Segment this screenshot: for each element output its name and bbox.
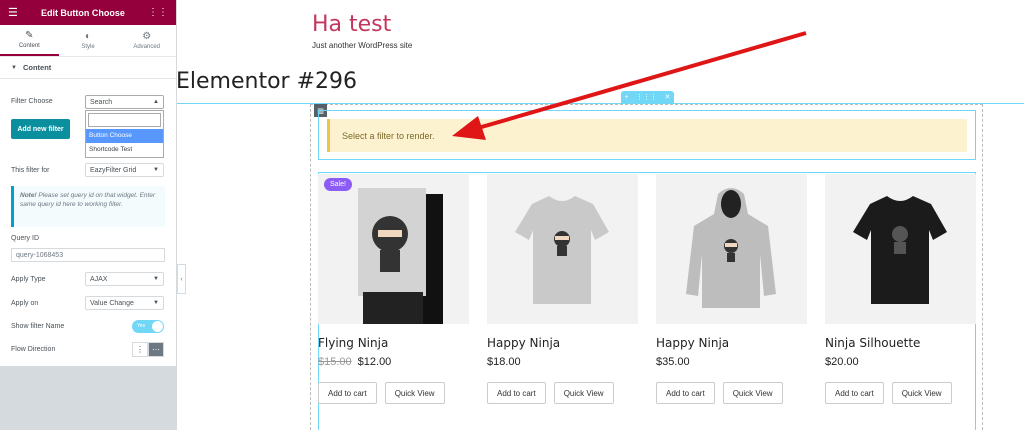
section-content[interactable]: ▼ Content <box>0 57 176 79</box>
tshirt-image <box>515 196 609 304</box>
add-to-cart-button[interactable]: Add to cart <box>487 382 546 404</box>
product-card[interactable]: Sale! Flying Ninja $15.00 $12.00 Add to c… <box>318 174 469 404</box>
site-title[interactable]: Ha test <box>312 12 391 37</box>
section-handle[interactable]: + ⋮⋮⋮ ✕ <box>621 91 674 103</box>
apply-type-label: Apply Type <box>11 276 46 283</box>
horizontal-dots-icon[interactable]: ⋯ <box>148 342 164 357</box>
caret-down-icon: ▼ <box>153 300 159 306</box>
add-filter-button[interactable]: Add new filter <box>11 119 70 139</box>
black-tshirt-image <box>853 196 947 304</box>
product-name[interactable]: Ninja Silhouette <box>825 336 976 350</box>
panel-title: Edit Button Choose <box>40 7 125 18</box>
caret-down-icon: ▼ <box>153 167 159 173</box>
quick-view-button[interactable]: Quick View <box>553 382 614 404</box>
dropdown-search-input[interactable] <box>88 113 161 127</box>
poster-ninja-image <box>358 188 443 324</box>
quick-view-button[interactable]: Quick View <box>384 382 445 404</box>
panel-header: ☰ Edit Button Choose ⋮⋮ <box>0 0 176 25</box>
page-title: Elementor #296 <box>176 69 358 94</box>
hamburger-icon[interactable]: ☰ <box>8 6 18 19</box>
product-price: $35.00 <box>656 356 690 368</box>
show-name-label: Show filter Name <box>11 323 65 330</box>
product-card[interactable]: Happy Ninja $35.00 Add to cart Quick View <box>656 174 807 404</box>
product-price: $15.00 $12.00 <box>318 356 392 368</box>
plus-icon[interactable]: + <box>625 94 629 101</box>
apply-on-select[interactable]: Value Change ▼ <box>85 296 164 310</box>
product-name[interactable]: Happy Ninja <box>656 336 807 350</box>
sale-badge: Sale! <box>324 178 352 191</box>
query-id-label: Query ID <box>11 235 40 242</box>
tab-style[interactable]: ◐ Style <box>59 25 118 56</box>
product-name[interactable]: Flying Ninja <box>318 336 469 350</box>
caret-down-icon: ▼ <box>153 276 159 282</box>
flow-direction-label: Flow Direction <box>11 346 56 353</box>
query-note: Note! Please set query id on that widget… <box>11 186 165 227</box>
quick-view-button[interactable]: Quick View <box>891 382 952 404</box>
product-price: $20.00 <box>825 356 859 368</box>
product-image[interactable] <box>656 174 807 324</box>
filter-choose-label: Filter Choose <box>11 98 53 105</box>
show-name-toggle[interactable]: Yes <box>132 320 164 333</box>
panel-tabs: ✎ Content ◐ Style ⚙ Advanced <box>0 25 176 57</box>
collapse-panel-handle[interactable]: ‹ <box>177 264 186 294</box>
tab-advanced[interactable]: ⚙ Advanced <box>117 25 176 56</box>
drag-icon[interactable]: ⋮⋮⋮ <box>636 93 657 101</box>
filter-choose-select[interactable]: Search ▲ <box>85 95 164 109</box>
apply-type-select[interactable]: AJAX ▼ <box>85 272 164 286</box>
caret-down-icon: ▼ <box>11 64 17 71</box>
pencil-icon: ✎ <box>25 30 34 41</box>
filter-dropdown: Button Choose Shortcode Test <box>85 110 164 158</box>
add-to-cart-button[interactable]: Add to cart <box>825 382 884 404</box>
contrast-icon: ◐ <box>84 31 92 42</box>
this-filter-label: This filter for <box>11 167 50 174</box>
product-name[interactable]: Happy Ninja <box>487 336 638 350</box>
gear-icon: ⚙ <box>142 31 152 42</box>
product-price: $18.00 <box>487 356 521 368</box>
add-to-cart-button[interactable]: Add to cart <box>656 382 715 404</box>
add-to-cart-button[interactable]: Add to cart <box>318 382 377 404</box>
product-card[interactable]: Happy Ninja $18.00 Add to cart Quick View <box>487 174 638 404</box>
this-filter-select[interactable]: EazyFilter Grid ▼ <box>85 163 164 177</box>
close-icon[interactable]: ✕ <box>664 93 670 101</box>
tab-content[interactable]: ✎ Content <box>0 25 59 56</box>
panel-footer-area <box>0 366 177 430</box>
apply-on-label: Apply on <box>11 300 39 307</box>
hoodie-image <box>686 188 776 308</box>
dropdown-option[interactable]: Button Choose <box>86 129 163 143</box>
vertical-dots-icon[interactable]: ⋮ <box>132 342 148 357</box>
product-card[interactable]: Ninja Silhouette $20.00 Add to cart Quick… <box>825 174 976 404</box>
product-image[interactable]: Sale! <box>318 174 469 324</box>
caret-up-icon: ▲ <box>153 99 159 105</box>
site-tagline: Just another WordPress site <box>312 41 413 50</box>
grid-icon[interactable]: ⋮⋮ <box>148 7 168 18</box>
query-id-input[interactable]: query-1068453 <box>11 248 165 262</box>
quick-view-button[interactable]: Quick View <box>722 382 783 404</box>
dropdown-option[interactable]: Shortcode Test <box>86 143 163 157</box>
filter-notice: Select a filter to render. <box>327 119 967 152</box>
product-image[interactable] <box>487 174 638 324</box>
product-image[interactable] <box>825 174 976 324</box>
